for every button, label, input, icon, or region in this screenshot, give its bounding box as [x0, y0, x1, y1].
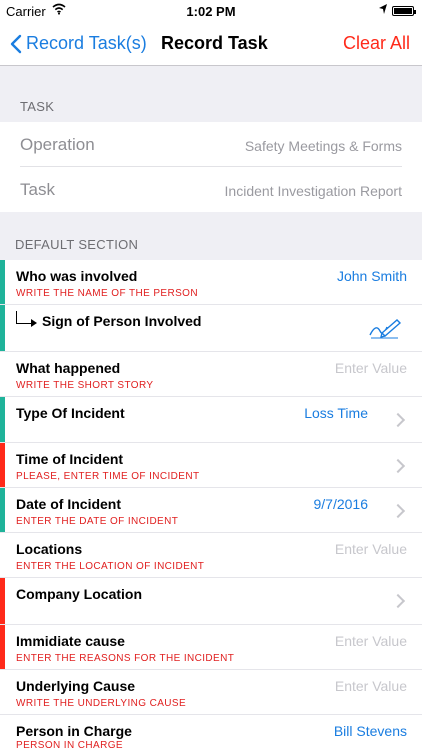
- field-value: 9/7/2016: [313, 496, 369, 512]
- field-title: Sign of Person Involved: [42, 313, 202, 329]
- field-row-type-of-incident[interactable]: Type Of Incident Loss Time: [0, 397, 422, 443]
- operation-label: Operation: [20, 135, 95, 154]
- field-row-time-of-incident[interactable]: Time of Incident PLEASE, ENTER TIME OF I…: [0, 443, 422, 488]
- status-stripe: [0, 578, 5, 624]
- field-title: Who was involved: [16, 268, 138, 284]
- page-title: Record Task: [161, 33, 268, 53]
- field-row-person-in-charge[interactable]: Person in Charge PERSON IN CHARGE Bill S…: [0, 715, 422, 750]
- field-hint: WRITE THE UNDERLYING CAUSE: [16, 698, 187, 709]
- field-placeholder: Enter Value: [334, 541, 407, 557]
- status-stripe: [0, 488, 5, 532]
- status-stripe: [0, 305, 5, 351]
- clock: 1:02 PM: [186, 4, 236, 19]
- field-title: Underlying Cause: [16, 678, 136, 694]
- status-stripe: [0, 533, 5, 577]
- task-label: Task: [20, 180, 55, 199]
- field-hint: ENTER THE LOCATION OF INCIDENT: [16, 561, 205, 572]
- field-row-what-happened[interactable]: What happened WRITE THE SHORT STORY Ente…: [0, 352, 422, 397]
- status-stripe: [0, 352, 5, 396]
- subfield-arrow-icon: [16, 311, 32, 324]
- status-stripe: [0, 670, 5, 714]
- status-stripe: [0, 260, 5, 304]
- location-arrow-icon: [378, 3, 388, 18]
- field-value: Bill Stevens: [333, 723, 407, 739]
- field-title: Person in Charge: [16, 723, 132, 739]
- field-hint: WRITE THE SHORT STORY: [16, 380, 154, 391]
- field-title: Time of Incident: [16, 451, 124, 467]
- field-value: Loss Time: [304, 405, 368, 421]
- task-group: Operation Safety Meetings & Forms Task I…: [0, 122, 422, 212]
- clear-all-button[interactable]: Clear All: [343, 33, 410, 54]
- field-hint: WRITE THE NAME OF THE PERSON: [16, 288, 198, 299]
- field-value: John Smith: [336, 268, 407, 284]
- task-value: Incident Investigation Report: [224, 183, 402, 199]
- status-stripe: [0, 715, 5, 750]
- chevron-right-icon: [390, 593, 406, 609]
- chevron-right-icon: [390, 458, 406, 474]
- field-hint: PERSON IN CHARGE: [16, 740, 123, 750]
- field-placeholder: Enter Value: [334, 678, 407, 694]
- status-stripe: [0, 625, 5, 669]
- field-title: Date of Incident: [16, 496, 122, 512]
- field-title: Locations: [16, 541, 83, 557]
- field-title: Immidiate cause: [16, 633, 125, 649]
- field-row-date-of-incident[interactable]: Date of Incident ENTER THE DATE OF INCID…: [0, 488, 422, 533]
- back-button[interactable]: Record Task(s): [10, 33, 147, 54]
- subfield-arrow-head: [31, 319, 37, 327]
- field-title: Company Location: [16, 586, 143, 602]
- operation-row[interactable]: Operation Safety Meetings & Forms: [0, 122, 422, 167]
- signature-icon[interactable]: [368, 317, 402, 344]
- field-hint: PLEASE, ENTER TIME OF INCIDENT: [16, 471, 200, 482]
- field-title: Type Of Incident: [16, 405, 125, 421]
- task-section-header: Task: [20, 99, 55, 114]
- operation-value: Safety Meetings & Forms: [244, 138, 402, 154]
- field-placeholder: Enter Value: [334, 360, 407, 376]
- field-row-signature[interactable]: Sign of Person Involved: [0, 305, 422, 352]
- status-bar: Carrier 1:02 PM: [0, 0, 422, 22]
- status-stripe: [0, 397, 5, 442]
- battery-icon: [392, 6, 416, 16]
- field-hint: ENTER THE DATE OF INCIDENT: [16, 516, 179, 527]
- chevron-right-icon: [390, 503, 406, 519]
- task-row[interactable]: Task Incident Investigation Report: [0, 167, 422, 212]
- navigation-bar: Record Task(s) Record Task Clear All: [0, 22, 422, 66]
- chevron-left-icon: [10, 34, 22, 53]
- field-row-company-location[interactable]: Company Location: [0, 578, 422, 625]
- field-title: What happened: [16, 360, 121, 376]
- field-row-immediate-cause[interactable]: Immidiate cause ENTER THE REASONS FOR TH…: [0, 625, 422, 670]
- field-row-underlying-cause[interactable]: Underlying Cause WRITE THE UNDERLYING CA…: [0, 670, 422, 715]
- field-row-locations[interactable]: Locations ENTER THE LOCATION OF INCIDENT…: [0, 533, 422, 578]
- chevron-right-icon: [390, 412, 406, 428]
- field-placeholder: Enter Value: [334, 633, 407, 649]
- back-label: Record Task(s): [26, 33, 147, 53]
- field-hint: ENTER THE REASONS FOR THE INCIDENT: [16, 653, 235, 664]
- status-stripe: [0, 443, 5, 487]
- field-row-who-involved[interactable]: Who was involved WRITE THE NAME OF THE P…: [0, 260, 422, 305]
- default-section-header: Default Section: [15, 237, 139, 252]
